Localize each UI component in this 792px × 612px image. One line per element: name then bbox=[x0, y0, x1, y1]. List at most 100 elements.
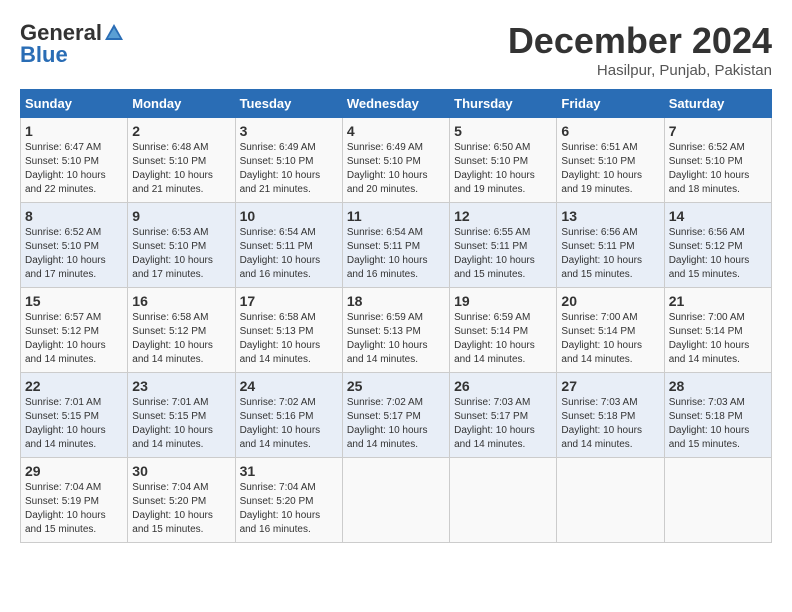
day-info: Sunrise: 6:52 AM Sunset: 5:10 PM Dayligh… bbox=[669, 141, 767, 197]
calendar-body: 1 Sunrise: 6:47 AM Sunset: 5:10 PM Daylig… bbox=[21, 118, 772, 543]
day-cell: 18 Sunrise: 6:59 AM Sunset: 5:13 PM Dayli… bbox=[342, 288, 449, 373]
day-cell: 1 Sunrise: 6:47 AM Sunset: 5:10 PM Daylig… bbox=[21, 118, 128, 203]
day-info: Sunrise: 6:47 AM Sunset: 5:10 PM Dayligh… bbox=[25, 141, 123, 197]
day-cell: 20 Sunrise: 7:00 AM Sunset: 5:14 PM Dayli… bbox=[557, 288, 664, 373]
day-number: 10 bbox=[240, 208, 338, 224]
header-thursday: Thursday bbox=[450, 90, 557, 118]
day-cell: 13Sunrise: 6:56 AM Sunset: 5:11 PM Dayli… bbox=[557, 203, 664, 288]
day-number: 23 bbox=[132, 378, 230, 394]
day-number: 20 bbox=[561, 293, 659, 309]
logo-icon bbox=[103, 22, 125, 44]
day-number: 11 bbox=[347, 208, 445, 224]
day-info: Sunrise: 6:58 AM Sunset: 5:12 PM Dayligh… bbox=[132, 311, 230, 367]
day-info: Sunrise: 6:50 AM Sunset: 5:10 PM Dayligh… bbox=[454, 141, 552, 197]
header-row: SundayMondayTuesdayWednesdayThursdayFrid… bbox=[21, 90, 772, 118]
title-block: December 2024 Hasilpur, Punjab, Pakistan bbox=[508, 20, 772, 79]
day-cell bbox=[450, 458, 557, 543]
day-cell bbox=[557, 458, 664, 543]
day-number: 24 bbox=[240, 378, 338, 394]
location: Hasilpur, Punjab, Pakistan bbox=[508, 62, 772, 79]
day-cell: 15 Sunrise: 6:57 AM Sunset: 5:12 PM Dayli… bbox=[21, 288, 128, 373]
day-number: 21 bbox=[669, 293, 767, 309]
day-cell: 25Sunrise: 7:02 AM Sunset: 5:17 PM Dayli… bbox=[342, 373, 449, 458]
week-row-4: 29 Sunrise: 7:04 AM Sunset: 5:19 PM Dayli… bbox=[21, 458, 772, 543]
day-cell: 31 Sunrise: 7:04 AM Sunset: 5:20 PM Dayli… bbox=[235, 458, 342, 543]
day-info: Sunrise: 6:58 AM Sunset: 5:13 PM Dayligh… bbox=[240, 311, 338, 367]
day-number: 2 bbox=[132, 123, 230, 139]
calendar-header: SundayMondayTuesdayWednesdayThursdayFrid… bbox=[21, 90, 772, 118]
day-cell: 22Sunrise: 7:01 AM Sunset: 5:15 PM Dayli… bbox=[21, 373, 128, 458]
day-info: Sunrise: 6:53 AM Sunset: 5:10 PM Dayligh… bbox=[132, 226, 230, 282]
day-info: Sunrise: 6:59 AM Sunset: 5:13 PM Dayligh… bbox=[347, 311, 445, 367]
calendar-table: SundayMondayTuesdayWednesdayThursdayFrid… bbox=[20, 89, 772, 543]
day-cell: 2Sunrise: 6:48 AM Sunset: 5:10 PM Daylig… bbox=[128, 118, 235, 203]
day-number: 3 bbox=[240, 123, 338, 139]
day-number: 19 bbox=[454, 293, 552, 309]
day-info: Sunrise: 6:49 AM Sunset: 5:10 PM Dayligh… bbox=[240, 141, 338, 197]
header-wednesday: Wednesday bbox=[342, 90, 449, 118]
page-header: General Blue December 2024 Hasilpur, Pun… bbox=[20, 20, 772, 79]
header-friday: Friday bbox=[557, 90, 664, 118]
logo-blue: Blue bbox=[20, 42, 68, 68]
day-info: Sunrise: 7:00 AM Sunset: 5:14 PM Dayligh… bbox=[669, 311, 767, 367]
day-info: Sunrise: 7:01 AM Sunset: 5:15 PM Dayligh… bbox=[132, 396, 230, 452]
header-monday: Monday bbox=[128, 90, 235, 118]
day-cell: 4 Sunrise: 6:49 AM Sunset: 5:10 PM Daylig… bbox=[342, 118, 449, 203]
day-number: 1 bbox=[25, 123, 123, 139]
day-info: Sunrise: 7:04 AM Sunset: 5:19 PM Dayligh… bbox=[25, 481, 123, 537]
header-tuesday: Tuesday bbox=[235, 90, 342, 118]
day-cell: 10Sunrise: 6:54 AM Sunset: 5:11 PM Dayli… bbox=[235, 203, 342, 288]
header-saturday: Saturday bbox=[664, 90, 771, 118]
day-number: 9 bbox=[132, 208, 230, 224]
day-info: Sunrise: 6:51 AM Sunset: 5:10 PM Dayligh… bbox=[561, 141, 659, 197]
day-info: Sunrise: 7:00 AM Sunset: 5:14 PM Dayligh… bbox=[561, 311, 659, 367]
week-row-0: 1 Sunrise: 6:47 AM Sunset: 5:10 PM Daylig… bbox=[21, 118, 772, 203]
week-row-2: 15 Sunrise: 6:57 AM Sunset: 5:12 PM Dayli… bbox=[21, 288, 772, 373]
day-number: 16 bbox=[132, 293, 230, 309]
logo: General Blue bbox=[20, 20, 126, 68]
day-cell: 8 Sunrise: 6:52 AM Sunset: 5:10 PM Daylig… bbox=[21, 203, 128, 288]
day-cell: 14Sunrise: 6:56 AM Sunset: 5:12 PM Dayli… bbox=[664, 203, 771, 288]
day-info: Sunrise: 7:03 AM Sunset: 5:17 PM Dayligh… bbox=[454, 396, 552, 452]
day-cell bbox=[664, 458, 771, 543]
day-cell: 16 Sunrise: 6:58 AM Sunset: 5:12 PM Dayli… bbox=[128, 288, 235, 373]
day-cell: 12Sunrise: 6:55 AM Sunset: 5:11 PM Dayli… bbox=[450, 203, 557, 288]
day-info: Sunrise: 6:49 AM Sunset: 5:10 PM Dayligh… bbox=[347, 141, 445, 197]
day-number: 4 bbox=[347, 123, 445, 139]
day-number: 28 bbox=[669, 378, 767, 394]
day-number: 13 bbox=[561, 208, 659, 224]
day-cell: 19 Sunrise: 6:59 AM Sunset: 5:14 PM Dayli… bbox=[450, 288, 557, 373]
day-cell: 3 Sunrise: 6:49 AM Sunset: 5:10 PM Daylig… bbox=[235, 118, 342, 203]
day-number: 6 bbox=[561, 123, 659, 139]
week-row-3: 22 Sunrise: 7:01 AM Sunset: 5:15 PM Dayli… bbox=[21, 373, 772, 458]
header-sunday: Sunday bbox=[21, 90, 128, 118]
day-info: Sunrise: 6:56 AM Sunset: 5:12 PM Dayligh… bbox=[669, 226, 767, 282]
day-info: Sunrise: 7:03 AM Sunset: 5:18 PM Dayligh… bbox=[669, 396, 767, 452]
day-number: 31 bbox=[240, 463, 338, 479]
day-cell: 6 Sunrise: 6:51 AM Sunset: 5:10 PM Daylig… bbox=[557, 118, 664, 203]
day-info: Sunrise: 7:02 AM Sunset: 5:17 PM Dayligh… bbox=[347, 396, 445, 452]
day-cell: 29 Sunrise: 7:04 AM Sunset: 5:19 PM Dayli… bbox=[21, 458, 128, 543]
day-number: 15 bbox=[25, 293, 123, 309]
day-cell: 27Sunrise: 7:03 AM Sunset: 5:18 PM Dayli… bbox=[557, 373, 664, 458]
day-number: 26 bbox=[454, 378, 552, 394]
day-number: 18 bbox=[347, 293, 445, 309]
day-number: 22 bbox=[25, 378, 123, 394]
day-info: Sunrise: 6:52 AM Sunset: 5:10 PM Dayligh… bbox=[25, 226, 123, 282]
day-cell: 24 Sunrise: 7:02 AM Sunset: 5:16 PM Dayli… bbox=[235, 373, 342, 458]
day-info: Sunrise: 7:04 AM Sunset: 5:20 PM Dayligh… bbox=[240, 481, 338, 537]
day-info: Sunrise: 6:59 AM Sunset: 5:14 PM Dayligh… bbox=[454, 311, 552, 367]
day-number: 30 bbox=[132, 463, 230, 479]
day-cell: 23 Sunrise: 7:01 AM Sunset: 5:15 PM Dayli… bbox=[128, 373, 235, 458]
day-number: 7 bbox=[669, 123, 767, 139]
day-number: 5 bbox=[454, 123, 552, 139]
day-cell: 5 Sunrise: 6:50 AM Sunset: 5:10 PM Daylig… bbox=[450, 118, 557, 203]
day-number: 8 bbox=[25, 208, 123, 224]
day-cell: 26 Sunrise: 7:03 AM Sunset: 5:17 PM Dayli… bbox=[450, 373, 557, 458]
day-cell: 7 Sunrise: 6:52 AM Sunset: 5:10 PM Daylig… bbox=[664, 118, 771, 203]
day-number: 29 bbox=[25, 463, 123, 479]
day-info: Sunrise: 7:02 AM Sunset: 5:16 PM Dayligh… bbox=[240, 396, 338, 452]
day-cell bbox=[342, 458, 449, 543]
day-info: Sunrise: 6:57 AM Sunset: 5:12 PM Dayligh… bbox=[25, 311, 123, 367]
day-cell: 11Sunrise: 6:54 AM Sunset: 5:11 PM Dayli… bbox=[342, 203, 449, 288]
